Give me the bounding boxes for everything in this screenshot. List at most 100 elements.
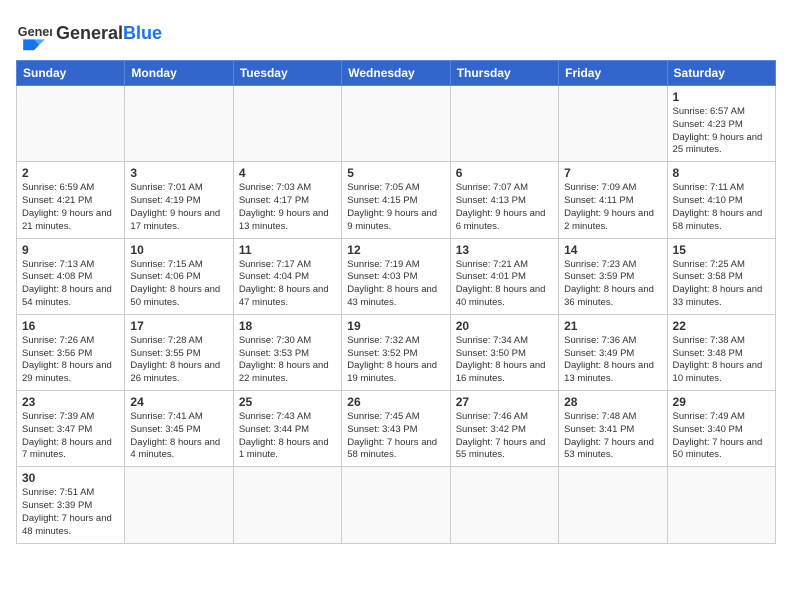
day-cell: 18Sunrise: 7:30 AM Sunset: 3:53 PM Dayli… xyxy=(233,314,341,390)
week-row-5: 30Sunrise: 7:51 AM Sunset: 3:39 PM Dayli… xyxy=(17,467,776,543)
day-info: Sunrise: 7:32 AM Sunset: 3:52 PM Dayligh… xyxy=(347,335,444,386)
day-number: 20 xyxy=(456,319,553,333)
day-number: 1 xyxy=(673,90,770,104)
day-number: 14 xyxy=(564,243,661,257)
day-info: Sunrise: 7:41 AM Sunset: 3:45 PM Dayligh… xyxy=(130,411,227,462)
day-number: 28 xyxy=(564,395,661,409)
day-number: 19 xyxy=(347,319,444,333)
day-cell: 11 Sunrise: 7:17 AM Sunset: 4:04 PM Dayli… xyxy=(233,238,341,314)
day-cell: 10Sunrise: 7:15 AM Sunset: 4:06 PM Dayli… xyxy=(125,238,233,314)
day-cell xyxy=(125,86,233,162)
week-row-1: 2 Sunrise: 6:59 AM Sunset: 4:21 PM Daylig… xyxy=(17,162,776,238)
day-info: Sunrise: 7:09 AM Sunset: 4:11 PM Dayligh… xyxy=(564,182,661,233)
day-cell: 5 Sunrise: 7:05 AM Sunset: 4:15 PM Daylig… xyxy=(342,162,450,238)
day-info: Sunrise: 6:57 AM Sunset: 4:23 PM Dayligh… xyxy=(673,106,770,157)
day-cell xyxy=(17,86,125,162)
day-info: Sunrise: 7:26 AM Sunset: 3:56 PM Dayligh… xyxy=(22,335,119,386)
day-cell: 15Sunrise: 7:25 AM Sunset: 3:58 PM Dayli… xyxy=(667,238,775,314)
day-cell: 29 Sunrise: 7:49 AM Sunset: 3:40 PM Dayli… xyxy=(667,391,775,467)
day-cell: 12Sunrise: 7:19 AM Sunset: 4:03 PM Dayli… xyxy=(342,238,450,314)
logo: General GeneralBlue xyxy=(16,16,162,52)
day-cell: 17 Sunrise: 7:28 AM Sunset: 3:55 PM Dayli… xyxy=(125,314,233,390)
day-cell: 30Sunrise: 7:51 AM Sunset: 3:39 PM Dayli… xyxy=(17,467,125,543)
day-number: 4 xyxy=(239,166,336,180)
day-info: Sunrise: 7:03 AM Sunset: 4:17 PM Dayligh… xyxy=(239,182,336,233)
day-number: 21 xyxy=(564,319,661,333)
week-row-2: 9 Sunrise: 7:13 AM Sunset: 4:08 PM Daylig… xyxy=(17,238,776,314)
day-info: Sunrise: 7:28 AM Sunset: 3:55 PM Dayligh… xyxy=(130,335,227,386)
week-row-4: 23Sunrise: 7:39 AM Sunset: 3:47 PM Dayli… xyxy=(17,391,776,467)
logo-text: GeneralBlue xyxy=(56,24,162,44)
day-info: Sunrise: 6:59 AM Sunset: 4:21 PM Dayligh… xyxy=(22,182,119,233)
day-number: 23 xyxy=(22,395,119,409)
day-info: Sunrise: 7:11 AM Sunset: 4:10 PM Dayligh… xyxy=(673,182,770,233)
day-cell: 6Sunrise: 7:07 AM Sunset: 4:13 PM Daylig… xyxy=(450,162,558,238)
day-cell: 4 Sunrise: 7:03 AM Sunset: 4:17 PM Daylig… xyxy=(233,162,341,238)
weekday-header-wednesday: Wednesday xyxy=(342,61,450,86)
svg-text:General: General xyxy=(18,25,52,39)
day-number: 3 xyxy=(130,166,227,180)
day-cell: 24Sunrise: 7:41 AM Sunset: 3:45 PM Dayli… xyxy=(125,391,233,467)
day-cell xyxy=(450,86,558,162)
week-row-0: 1 Sunrise: 6:57 AM Sunset: 4:23 PM Daylig… xyxy=(17,86,776,162)
day-cell: 2 Sunrise: 6:59 AM Sunset: 4:21 PM Daylig… xyxy=(17,162,125,238)
day-cell: 16 Sunrise: 7:26 AM Sunset: 3:56 PM Dayli… xyxy=(17,314,125,390)
day-cell: 3 Sunrise: 7:01 AM Sunset: 4:19 PM Daylig… xyxy=(125,162,233,238)
day-number: 22 xyxy=(673,319,770,333)
day-info: Sunrise: 7:01 AM Sunset: 4:19 PM Dayligh… xyxy=(130,182,227,233)
weekday-header-friday: Friday xyxy=(559,61,667,86)
day-cell xyxy=(342,467,450,543)
day-info: Sunrise: 7:46 AM Sunset: 3:42 PM Dayligh… xyxy=(456,411,553,462)
day-cell: 19 Sunrise: 7:32 AM Sunset: 3:52 PM Dayli… xyxy=(342,314,450,390)
day-cell: 13Sunrise: 7:21 AM Sunset: 4:01 PM Dayli… xyxy=(450,238,558,314)
day-info: Sunrise: 7:05 AM Sunset: 4:15 PM Dayligh… xyxy=(347,182,444,233)
weekday-header-saturday: Saturday xyxy=(667,61,775,86)
day-cell xyxy=(450,467,558,543)
day-info: Sunrise: 7:25 AM Sunset: 3:58 PM Dayligh… xyxy=(673,259,770,310)
day-cell: 9 Sunrise: 7:13 AM Sunset: 4:08 PM Daylig… xyxy=(17,238,125,314)
weekday-header-row: SundayMondayTuesdayWednesdayThursdayFrid… xyxy=(17,61,776,86)
day-info: Sunrise: 7:45 AM Sunset: 3:43 PM Dayligh… xyxy=(347,411,444,462)
day-info: Sunrise: 7:13 AM Sunset: 4:08 PM Dayligh… xyxy=(22,259,119,310)
day-number: 12 xyxy=(347,243,444,257)
day-number: 6 xyxy=(456,166,553,180)
day-number: 27 xyxy=(456,395,553,409)
day-info: Sunrise: 7:21 AM Sunset: 4:01 PM Dayligh… xyxy=(456,259,553,310)
weekday-header-thursday: Thursday xyxy=(450,61,558,86)
day-cell: 27 Sunrise: 7:46 AM Sunset: 3:42 PM Dayli… xyxy=(450,391,558,467)
day-cell: 22 Sunrise: 7:38 AM Sunset: 3:48 PM Dayli… xyxy=(667,314,775,390)
day-info: Sunrise: 7:51 AM Sunset: 3:39 PM Dayligh… xyxy=(22,487,119,538)
week-row-3: 16 Sunrise: 7:26 AM Sunset: 3:56 PM Dayli… xyxy=(17,314,776,390)
day-number: 25 xyxy=(239,395,336,409)
day-info: Sunrise: 7:48 AM Sunset: 3:41 PM Dayligh… xyxy=(564,411,661,462)
day-cell: 8 Sunrise: 7:11 AM Sunset: 4:10 PM Daylig… xyxy=(667,162,775,238)
day-number: 5 xyxy=(347,166,444,180)
day-info: Sunrise: 7:17 AM Sunset: 4:04 PM Dayligh… xyxy=(239,259,336,310)
day-number: 11 xyxy=(239,243,336,257)
logo-icon: General xyxy=(16,16,52,52)
day-info: Sunrise: 7:34 AM Sunset: 3:50 PM Dayligh… xyxy=(456,335,553,386)
day-number: 17 xyxy=(130,319,227,333)
day-number: 2 xyxy=(22,166,119,180)
day-number: 9 xyxy=(22,243,119,257)
day-cell xyxy=(125,467,233,543)
day-cell: 7 Sunrise: 7:09 AM Sunset: 4:11 PM Daylig… xyxy=(559,162,667,238)
day-number: 8 xyxy=(673,166,770,180)
day-number: 7 xyxy=(564,166,661,180)
day-number: 10 xyxy=(130,243,227,257)
day-info: Sunrise: 7:38 AM Sunset: 3:48 PM Dayligh… xyxy=(673,335,770,386)
day-cell: 21Sunrise: 7:36 AM Sunset: 3:49 PM Dayli… xyxy=(559,314,667,390)
day-cell xyxy=(559,86,667,162)
day-cell: 20 Sunrise: 7:34 AM Sunset: 3:50 PM Dayli… xyxy=(450,314,558,390)
day-number: 16 xyxy=(22,319,119,333)
weekday-header-tuesday: Tuesday xyxy=(233,61,341,86)
day-cell xyxy=(233,86,341,162)
day-cell xyxy=(342,86,450,162)
day-number: 29 xyxy=(673,395,770,409)
day-cell: 23Sunrise: 7:39 AM Sunset: 3:47 PM Dayli… xyxy=(17,391,125,467)
day-info: Sunrise: 7:49 AM Sunset: 3:40 PM Dayligh… xyxy=(673,411,770,462)
day-cell xyxy=(559,467,667,543)
day-cell: 1 Sunrise: 6:57 AM Sunset: 4:23 PM Daylig… xyxy=(667,86,775,162)
day-info: Sunrise: 7:30 AM Sunset: 3:53 PM Dayligh… xyxy=(239,335,336,386)
weekday-header-monday: Monday xyxy=(125,61,233,86)
